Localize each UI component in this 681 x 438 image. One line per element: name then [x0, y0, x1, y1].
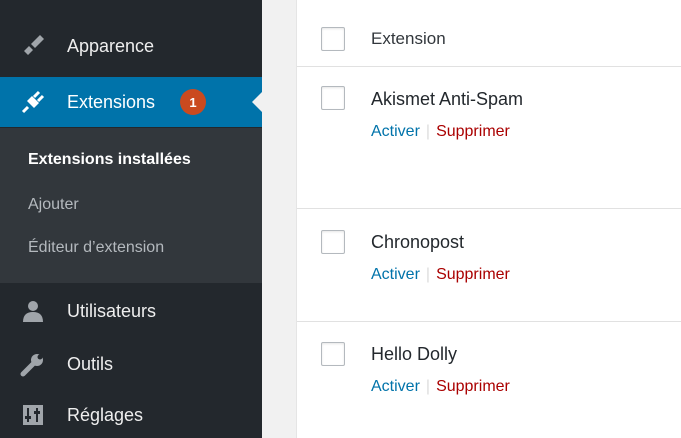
menu-item-users[interactable]: Utilisateurs [0, 286, 262, 336]
admin-sidebar: Apparence Extensions 1 Extensions instal… [0, 0, 263, 438]
plugin-icon [18, 87, 48, 117]
activate-link[interactable]: Activer [371, 123, 420, 141]
activate-link[interactable]: Activer [371, 378, 420, 396]
update-count-badge: 1 [180, 89, 206, 115]
header-divider [297, 66, 681, 67]
select-all-checkbox[interactable] [321, 27, 345, 51]
menu-item-tools[interactable]: Outils [0, 339, 262, 389]
plugin-name: Hello Dolly [371, 344, 458, 364]
paintbrush-icon [18, 31, 48, 61]
wrench-icon [18, 349, 48, 379]
row-divider [297, 208, 681, 209]
plugin-checkbox-akismet[interactable] [321, 86, 345, 110]
column-header-plugin: Extension [371, 29, 446, 48]
action-separator: | [425, 378, 431, 395]
row-divider [297, 321, 681, 322]
menu-label-appearance: Apparence [67, 35, 155, 56]
active-indicator-arrow [252, 91, 263, 113]
menu-label-settings: Réglages [67, 404, 144, 425]
submenu-plugin-editor[interactable]: Éditeur d’extension [28, 239, 164, 257]
menu-item-plugins[interactable]: Extensions 1 [0, 77, 263, 127]
activate-link[interactable]: Activer [371, 266, 420, 284]
user-icon [18, 296, 48, 326]
plugin-checkbox-chronopost[interactable] [321, 230, 345, 254]
plugin-row-actions: Activer | Supprimer [371, 378, 510, 396]
plugins-submenu: Extensions installées Ajouter Éditeur d’… [0, 128, 262, 283]
delete-link[interactable]: Supprimer [436, 123, 510, 141]
plugin-row-actions: Activer | Supprimer [371, 266, 510, 284]
plugin-row-actions: Activer | Supprimer [371, 123, 510, 141]
plugin-name: Chronopost [371, 232, 465, 252]
plugins-list-table: Extension Akismet Anti-Spam Activer | Su… [296, 0, 681, 438]
delete-link[interactable]: Supprimer [436, 266, 510, 284]
menu-label-tools: Outils [67, 353, 114, 374]
menu-item-settings[interactable]: Réglages [0, 390, 262, 438]
sliders-icon [18, 400, 48, 430]
submenu-add-plugin[interactable]: Ajouter [28, 196, 79, 214]
menu-item-appearance[interactable]: Apparence [0, 21, 262, 71]
menu-label-users: Utilisateurs [67, 300, 157, 321]
menu-label-plugins: Extensions [67, 91, 156, 112]
delete-link[interactable]: Supprimer [436, 378, 510, 396]
action-separator: | [425, 266, 431, 283]
plugin-checkbox-hello-dolly[interactable] [321, 342, 345, 366]
submenu-installed-plugins[interactable]: Extensions installées [28, 151, 191, 169]
plugin-name: Akismet Anti-Spam [371, 89, 524, 109]
action-separator: | [425, 123, 431, 140]
